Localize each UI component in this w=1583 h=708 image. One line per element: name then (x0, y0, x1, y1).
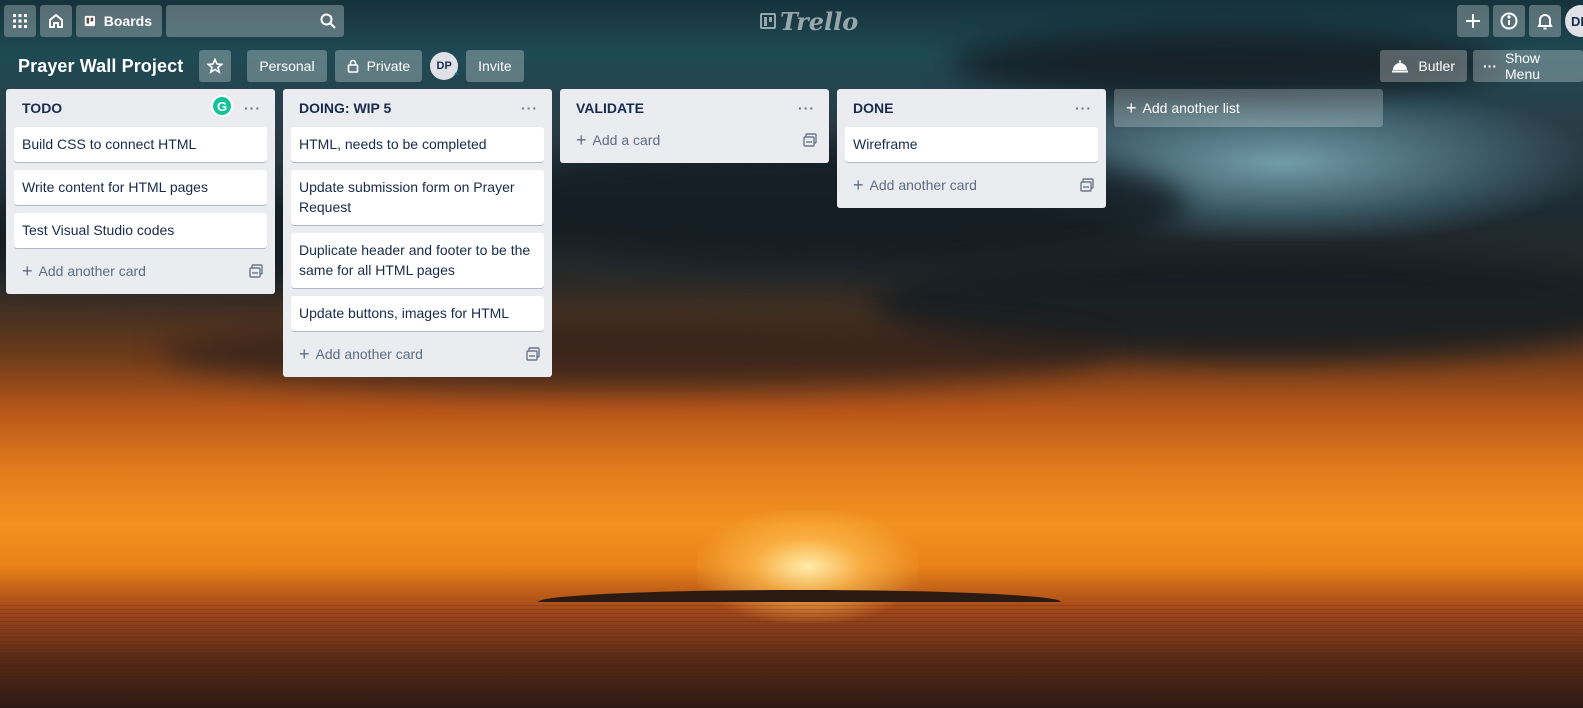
card-template-icon[interactable] (249, 264, 263, 278)
card[interactable]: Update buttons, images for HTML (291, 296, 544, 331)
bell-icon (1537, 14, 1553, 30)
admin-chevron-icon: ⌃ (452, 71, 461, 81)
more-horizontal-icon: ··· (1483, 58, 1497, 74)
butler-label: Butler (1418, 58, 1455, 74)
user-avatar-initials: DP (1571, 13, 1583, 29)
plus-icon: + (1126, 97, 1137, 118)
show-menu-button[interactable]: ··· Show Menu (1473, 50, 1583, 82)
card[interactable]: Build CSS to connect HTML (14, 127, 267, 162)
list-menu-icon[interactable]: ··· (244, 100, 261, 116)
create-button[interactable] (1457, 5, 1489, 37)
board-title[interactable]: Prayer Wall Project (18, 56, 183, 77)
list-doing[interactable]: DOING: WIP 5 ··· HTML, needs to be compl… (283, 89, 552, 377)
boards-label: Boards (103, 13, 152, 29)
list-header[interactable]: TODO G ··· (14, 89, 267, 127)
plus-icon: + (299, 343, 310, 364)
visibility-label: Private (366, 58, 411, 74)
plus-icon (1466, 14, 1480, 28)
home-icon (49, 13, 63, 28)
list-menu-icon[interactable]: ··· (798, 100, 815, 116)
list-title[interactable]: DONE (853, 100, 893, 116)
list-menu-icon[interactable]: ··· (1075, 100, 1092, 116)
visibility-button[interactable]: Private (334, 50, 423, 82)
apps-grid-icon (13, 14, 27, 28)
card[interactable]: Wireframe (845, 127, 1098, 162)
add-card-label: Add another card (315, 346, 423, 362)
info-icon (1500, 12, 1518, 30)
card[interactable]: Update submission form on Prayer Request (291, 170, 544, 225)
plus-icon: + (22, 260, 33, 281)
board-lists: TODO G ··· Build CSS to connect HTML Wri… (6, 89, 1383, 377)
boards-icon (84, 15, 96, 27)
team-button[interactable]: Personal (247, 50, 327, 82)
trello-logo[interactable]: Trello (760, 6, 859, 36)
search-input[interactable] (166, 5, 344, 37)
lock-icon (347, 59, 358, 73)
add-card-button[interactable]: + Add another card (14, 256, 267, 286)
list-title[interactable]: TODO (22, 100, 62, 116)
card-template-icon[interactable] (803, 133, 817, 147)
home-button[interactable] (40, 5, 72, 37)
card[interactable]: Test Visual Studio codes (14, 213, 267, 248)
info-button[interactable] (1493, 5, 1525, 37)
user-avatar[interactable]: DP (1565, 5, 1583, 37)
team-label: Personal (259, 58, 315, 74)
list-title[interactable]: VALIDATE (576, 100, 644, 116)
butler-button[interactable]: Butler (1380, 50, 1467, 82)
invite-button[interactable]: Invite (466, 50, 524, 82)
grammarly-icon[interactable]: G (211, 95, 233, 117)
card[interactable]: Duplicate header and footer to be the sa… (291, 233, 544, 288)
add-card-label: Add a card (592, 132, 661, 148)
show-menu-label: Show Menu (1505, 50, 1541, 82)
list-menu-icon[interactable]: ··· (521, 100, 538, 116)
plus-icon: + (576, 129, 587, 150)
add-card-label: Add another card (38, 263, 146, 279)
list-title[interactable]: DOING: WIP 5 (299, 100, 391, 116)
grammarly-letter: G (216, 98, 228, 114)
list-header[interactable]: DONE ··· (845, 89, 1098, 127)
card[interactable]: HTML, needs to be completed (291, 127, 544, 162)
member-avatar[interactable]: DP ⌃ (430, 52, 461, 81)
card-template-icon[interactable] (526, 347, 540, 361)
add-list-label: Add another list (1142, 100, 1240, 116)
butler-icon (1392, 60, 1409, 73)
member-avatar-initials: DP (436, 60, 452, 72)
list-todo[interactable]: TODO G ··· Build CSS to connect HTML Wri… (6, 89, 275, 294)
add-card-button[interactable]: + Add another card (845, 170, 1098, 200)
apps-button[interactable] (4, 5, 36, 37)
logo-text: Trello (780, 6, 859, 36)
star-icon (207, 58, 224, 74)
add-card-label: Add another card (869, 177, 977, 193)
invite-label: Invite (478, 58, 512, 74)
add-card-button[interactable]: + Add another card (291, 339, 544, 369)
add-list-button[interactable]: + Add another list (1114, 89, 1383, 127)
list-header[interactable]: DOING: WIP 5 ··· (291, 89, 544, 127)
plus-icon: + (853, 174, 864, 195)
star-button[interactable] (199, 50, 232, 82)
top-header: Boards Trello DP (0, 0, 1583, 42)
list-header[interactable]: VALIDATE ··· (568, 89, 821, 127)
boards-button[interactable]: Boards (76, 5, 162, 37)
add-card-button[interactable]: + Add a card (568, 125, 821, 155)
board-header: Prayer Wall Project Personal Private DP … (0, 48, 1583, 84)
card-template-icon[interactable] (1080, 178, 1094, 192)
trello-logo-icon (760, 13, 776, 29)
list-done[interactable]: DONE ··· Wireframe + Add another card (837, 89, 1106, 208)
search-icon (320, 13, 336, 29)
list-validate[interactable]: VALIDATE ··· + Add a card (560, 89, 829, 163)
notifications-button[interactable] (1529, 5, 1561, 37)
card[interactable]: Write content for HTML pages (14, 170, 267, 205)
